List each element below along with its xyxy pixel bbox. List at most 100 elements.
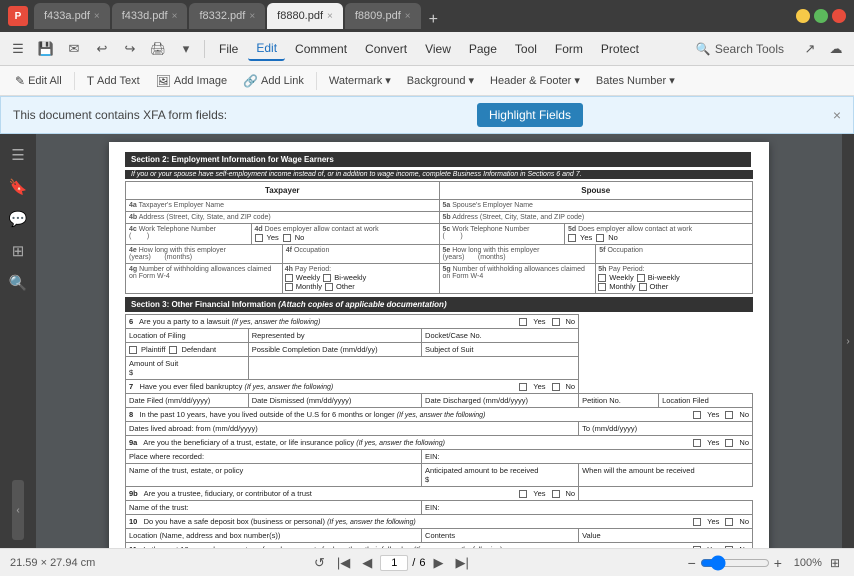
close-icon[interactable]: × bbox=[94, 11, 100, 22]
zoom-slider[interactable] bbox=[700, 555, 770, 571]
highlight-fields-button[interactable]: Highlight Fields bbox=[477, 103, 583, 127]
5h-monthly-cb[interactable] bbox=[598, 283, 606, 291]
pdf-view[interactable]: Section 2: Employment Information for Wa… bbox=[36, 134, 842, 548]
save-icon[interactable]: 💾 bbox=[34, 37, 58, 61]
4h-other-cb[interactable] bbox=[325, 283, 333, 291]
menu-form[interactable]: Form bbox=[547, 38, 591, 60]
5h-other-cb[interactable] bbox=[639, 283, 647, 291]
bates-number-dropdown-icon[interactable]: ▾ bbox=[669, 74, 675, 87]
tab-f433d[interactable]: f433d.pdf × bbox=[112, 3, 188, 29]
q9a-yes-cb[interactable] bbox=[693, 439, 701, 447]
menu-file[interactable]: File bbox=[211, 38, 246, 60]
zoom-out-button[interactable]: − bbox=[688, 555, 696, 571]
header-footer-button[interactable]: Header & Footer ▾ bbox=[483, 71, 587, 90]
menu-convert[interactable]: Convert bbox=[357, 38, 415, 60]
4d-no-checkbox[interactable] bbox=[283, 234, 291, 242]
menu-protect[interactable]: Protect bbox=[593, 38, 647, 60]
watermark-button[interactable]: Watermark ▾ bbox=[322, 71, 398, 90]
minimize-button[interactable] bbox=[796, 9, 810, 23]
4h-weekly-cb[interactable] bbox=[285, 274, 293, 282]
right-panel-arrow[interactable]: › bbox=[846, 336, 849, 347]
close-icon[interactable]: × bbox=[405, 11, 411, 22]
header-footer-label: Header & Footer bbox=[490, 75, 571, 87]
tab-f433a[interactable]: f433a.pdf × bbox=[34, 3, 110, 29]
zoom-in-button[interactable]: + bbox=[774, 555, 782, 571]
menu-page[interactable]: Page bbox=[461, 38, 505, 60]
tab-f8332[interactable]: f8332.pdf × bbox=[189, 3, 265, 29]
page-total: 6 bbox=[419, 557, 425, 569]
prev-page-button[interactable]: ↺ bbox=[310, 553, 329, 573]
tab-f8880[interactable]: f8880.pdf × bbox=[267, 3, 343, 29]
add-tab-button[interactable]: + bbox=[423, 11, 444, 29]
4d-yes-checkbox[interactable] bbox=[255, 234, 263, 242]
first-page-button[interactable]: |◀ bbox=[333, 553, 354, 573]
page-back-button[interactable]: ◀ bbox=[358, 553, 376, 573]
defendant-cb[interactable] bbox=[169, 346, 177, 354]
q9a-row: 9a Are you the beneficiary of a trust, e… bbox=[126, 436, 753, 450]
panel-icon-bookmark[interactable]: 🔖 bbox=[5, 174, 31, 200]
fit-page-button[interactable]: ⊞ bbox=[826, 554, 844, 572]
q7-yes-cb[interactable] bbox=[519, 383, 527, 391]
add-text-label: Add Text bbox=[97, 75, 140, 87]
q8-yes-cb[interactable] bbox=[693, 411, 701, 419]
5h-weekly-cb[interactable] bbox=[598, 274, 606, 282]
close-icon[interactable]: × bbox=[172, 11, 178, 22]
menu-tool[interactable]: Tool bbox=[507, 38, 545, 60]
q10-no-cb[interactable] bbox=[725, 518, 733, 526]
banner-close-button[interactable]: × bbox=[833, 107, 841, 123]
edit-all-button[interactable]: ✎ Edit All bbox=[8, 71, 69, 91]
background-dropdown-icon[interactable]: ▾ bbox=[468, 74, 474, 87]
q6-no-cb[interactable] bbox=[552, 318, 560, 326]
q8-no-cb[interactable] bbox=[725, 411, 733, 419]
panel-icon-layers[interactable]: ⊞ bbox=[5, 238, 31, 264]
close-icon[interactable]: × bbox=[327, 11, 333, 22]
background-button[interactable]: Background ▾ bbox=[400, 71, 481, 90]
tab-label: f433d.pdf bbox=[122, 10, 168, 22]
panel-icon-search[interactable]: 🔍 bbox=[5, 270, 31, 296]
4h-biweekly-cb[interactable] bbox=[323, 274, 331, 282]
file-icon[interactable]: ☰ bbox=[6, 37, 30, 61]
menu-comment[interactable]: Comment bbox=[287, 38, 355, 60]
5d-no-checkbox[interactable] bbox=[596, 234, 604, 242]
dropdown-icon[interactable]: ▾ bbox=[174, 37, 198, 61]
q9a-no-cb[interactable] bbox=[725, 439, 733, 447]
4h-monthly-cb[interactable] bbox=[285, 283, 293, 291]
left-panel-collapse[interactable]: ‹ bbox=[12, 480, 24, 540]
add-text-button[interactable]: T Add Text bbox=[80, 71, 147, 91]
watermark-dropdown-icon[interactable]: ▾ bbox=[385, 74, 391, 87]
menu-edit[interactable]: Edit bbox=[248, 37, 285, 61]
print-icon[interactable]: 🖨 bbox=[146, 37, 170, 61]
header-footer-dropdown-icon[interactable]: ▾ bbox=[574, 74, 580, 87]
plaintiff-cb[interactable] bbox=[129, 346, 137, 354]
menu-view[interactable]: View bbox=[417, 38, 459, 60]
q11-no-cb[interactable] bbox=[725, 546, 733, 549]
q9b-yes-cb[interactable] bbox=[519, 490, 527, 498]
redo-icon[interactable]: ↪ bbox=[118, 37, 142, 61]
email-icon[interactable]: ✉ bbox=[62, 37, 86, 61]
page-number-input[interactable] bbox=[380, 555, 408, 571]
panel-icon-page[interactable]: ☰ bbox=[5, 142, 31, 168]
q9b-no-cb[interactable] bbox=[552, 490, 560, 498]
add-link-button[interactable]: 🔗 Add Link bbox=[236, 71, 311, 91]
close-icon[interactable]: × bbox=[249, 11, 255, 22]
bates-number-button[interactable]: Bates Number ▾ bbox=[589, 71, 682, 90]
search-tools-button[interactable]: 🔍 Search Tools bbox=[688, 39, 792, 59]
q10-yes-cb[interactable] bbox=[693, 518, 701, 526]
maximize-button[interactable] bbox=[814, 9, 828, 23]
5h-biweekly-cb[interactable] bbox=[637, 274, 645, 282]
add-image-button[interactable]: 🖼 Add Image bbox=[149, 71, 234, 91]
q7-no-cb[interactable] bbox=[552, 383, 560, 391]
cloud-icon[interactable]: ☁ bbox=[824, 37, 848, 61]
close-button[interactable] bbox=[832, 9, 846, 23]
tab-f8809[interactable]: f8809.pdf × bbox=[345, 3, 421, 29]
last-page-button[interactable]: ▶| bbox=[451, 553, 472, 573]
share-icon[interactable]: ↗ bbox=[798, 37, 822, 61]
panel-icon-comment[interactable]: 💬 bbox=[5, 206, 31, 232]
q6-yes-cb[interactable] bbox=[519, 318, 527, 326]
q11-yes-cb[interactable] bbox=[693, 546, 701, 549]
undo-icon[interactable]: ↩ bbox=[90, 37, 114, 61]
5d-yes-checkbox[interactable] bbox=[568, 234, 576, 242]
page-forward-button[interactable]: ▶ bbox=[429, 553, 447, 573]
tab-label: f8809.pdf bbox=[355, 10, 401, 22]
toolbar-sep1 bbox=[74, 72, 75, 90]
